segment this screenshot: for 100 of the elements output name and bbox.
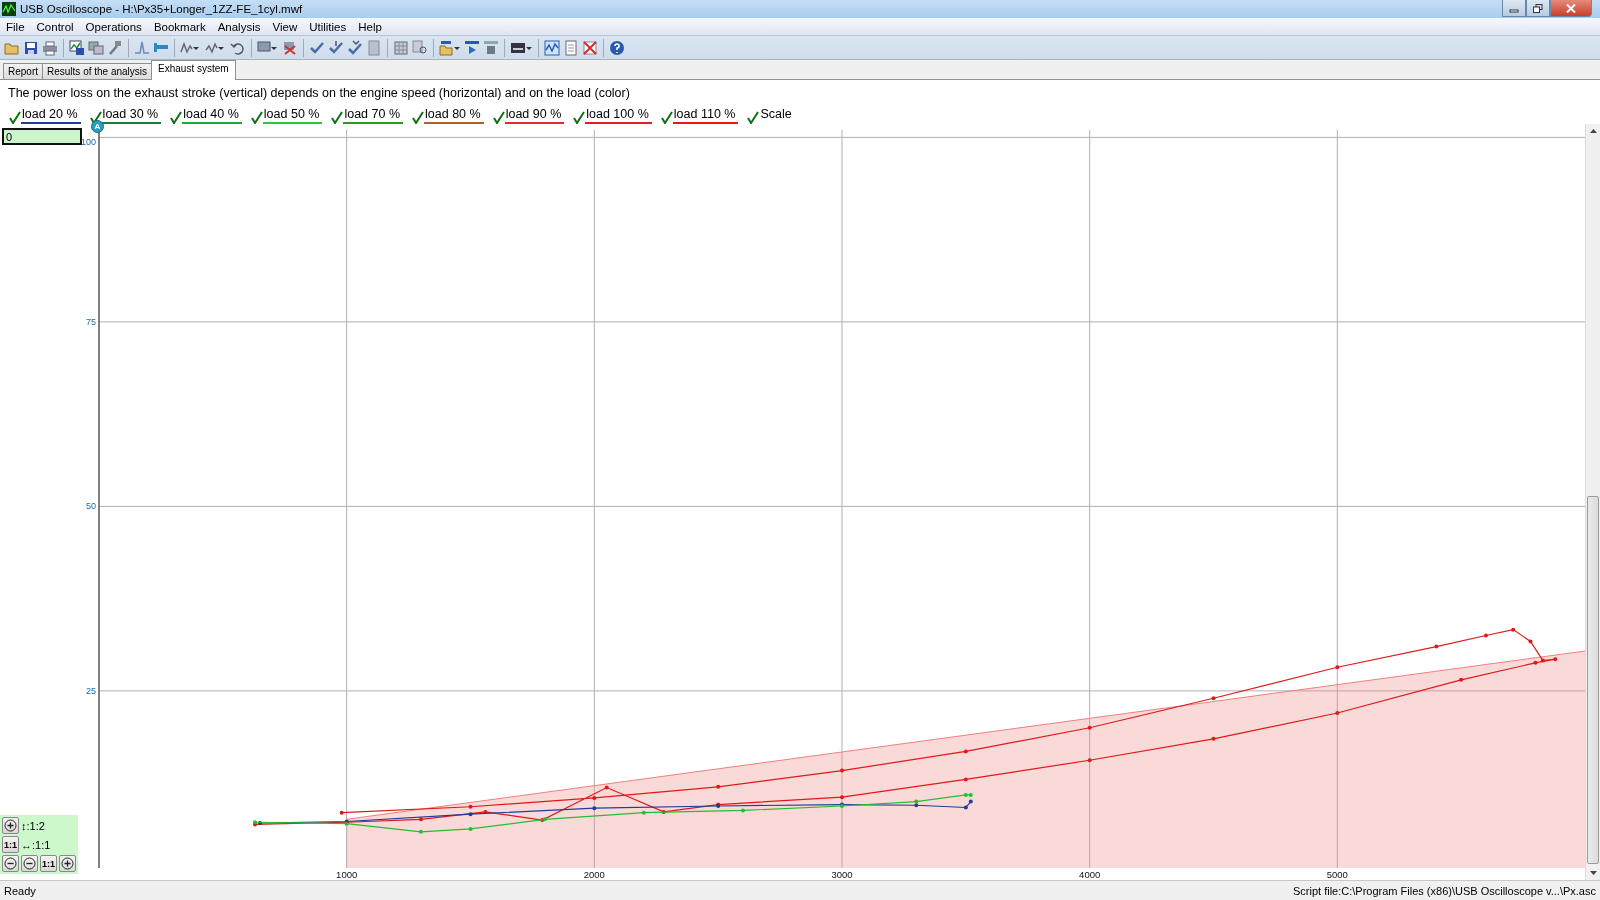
zoom-in-button[interactable] [2,817,19,834]
vertical-scale-label: ↕:1:2 [21,819,46,832]
data-point [604,785,609,790]
x-tick-label: 1000 [336,869,358,880]
pulse-icon[interactable] [134,39,150,56]
checkmark-icon[interactable] [573,111,586,124]
data-point [1483,633,1488,638]
zoom-out-button[interactable] [2,855,19,872]
restore-icon [1533,3,1543,13]
windows-icon[interactable] [88,39,104,56]
data-point [418,817,423,822]
data-point [483,809,488,814]
data-point [963,749,968,754]
checkmark-icon[interactable] [412,111,425,124]
zoom-in-button[interactable] [59,855,76,872]
checkmark-icon[interactable] [747,111,760,124]
help-icon[interactable] [609,39,625,56]
save-icon[interactable] [23,39,39,56]
menu-item[interactable]: File [0,20,31,33]
window-title: USB Oscilloscope - H:\Px35+Longer_1ZZ-FE_1cyl.mwf [20,3,304,15]
data-point [1533,660,1538,665]
close-icon [1566,3,1576,13]
zoom-out-icon [23,857,36,870]
data-point [592,795,597,800]
script-file-path: Script file:C:\Program Files (x86)\USB Oscilloscope v...\Px.asc [1293,884,1596,897]
x-tick-label: 4000 [1079,869,1101,880]
legend-label: Scale [759,107,793,123]
checkmark-icon[interactable] [9,111,21,124]
checkmark-icon[interactable] [250,111,263,124]
offset-field[interactable]: 0 [2,128,82,145]
zoom-in-icon [61,857,74,870]
data-point [840,768,844,773]
app-icon [2,2,16,16]
scroll-up-icon[interactable] [1589,129,1597,133]
data-point [1553,657,1558,662]
reset-scale-button[interactable]: 1:1 [40,855,57,872]
checkmark-icon[interactable] [660,111,673,124]
hammer-icon[interactable] [107,39,123,56]
data-point [468,826,473,831]
x-tick-label: 3000 [831,869,853,880]
data-point [1087,758,1092,763]
zoom-out-icon [4,857,17,870]
data-point [661,809,666,814]
horizontal-scale-label: ↔:1:1 [21,838,52,851]
document-icon[interactable] [563,39,579,56]
data-point [339,810,344,815]
scroll-down-icon[interactable] [1589,871,1597,875]
script-folder-icon[interactable] [439,39,461,56]
close-button[interactable] [1550,0,1592,17]
data-point [641,810,646,815]
data-point [468,812,473,817]
data-point [1528,639,1533,644]
y-tick-label: 25 [86,685,96,696]
x-tick-label: 2000 [583,869,605,880]
play-script-icon[interactable] [464,39,480,56]
close-document-icon[interactable] [582,39,598,56]
data-point [1459,677,1464,682]
scrollbar-thumb[interactable] [1587,496,1599,864]
data-point [1434,644,1439,649]
y-tick-label: 75 [86,316,96,327]
chart-description: The power loss on the exhaust stroke (vertical) depends on the engine speed (horizontal) and on the load (color) [7,85,631,102]
data-point [418,829,423,834]
data-point [592,806,597,811]
data-point [1540,658,1545,663]
menu-item[interactable]: View [266,20,304,33]
menu-item[interactable]: Help [352,20,388,33]
status-text: Ready [4,884,36,897]
data-point [1211,736,1216,741]
menu-item[interactable]: Bookmark [147,20,212,33]
menu-item[interactable]: Utilities [303,20,353,33]
tab[interactable]: Exhaust system [151,60,236,80]
data-point [1335,711,1340,715]
zoom-in-icon [4,819,17,832]
data-point [963,777,968,782]
data-point [740,808,745,813]
check-down-icon[interactable] [328,39,344,56]
print-icon[interactable] [42,39,58,56]
oscilloscope-icon[interactable] [544,39,560,56]
tab[interactable]: Report [3,63,43,79]
chart-window-icon[interactable] [69,39,85,56]
checkmark-icon[interactable] [331,111,344,124]
restore-button[interactable] [1526,0,1550,17]
delete-icon[interactable] [282,39,298,56]
tab[interactable]: Results of the analysis [42,63,153,79]
reset-scale-button[interactable]: 1:1 [2,836,19,853]
data-point [1087,725,1092,730]
data-point [1335,665,1340,670]
checkmark-icon[interactable] [492,111,505,124]
menu-item[interactable]: Control [30,20,80,33]
stop-script-icon[interactable] [483,39,499,56]
menu-item[interactable]: Operations [79,20,148,33]
zoom-page-icon[interactable] [412,39,428,56]
zoom-out-button[interactable] [21,855,38,872]
checkmark-icon[interactable] [170,111,183,124]
check-down-icon[interactable] [347,39,363,56]
checkmark-icon[interactable] [89,111,102,124]
menu-item[interactable]: Analysis [211,20,267,33]
data-point [1511,627,1516,632]
data-point [1211,696,1216,701]
y-tick-label: 50 [86,501,96,512]
